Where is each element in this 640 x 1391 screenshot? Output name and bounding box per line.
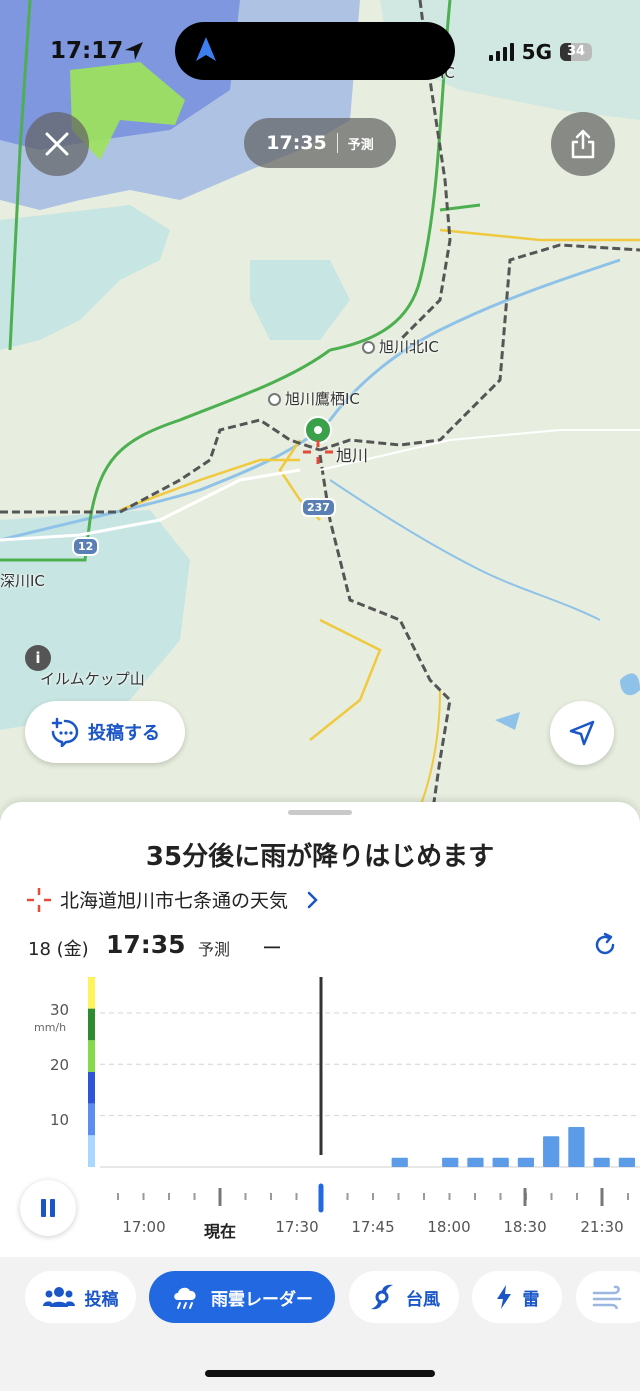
lightning-icon (496, 1285, 511, 1309)
tab-typhoon[interactable]: 台風 (349, 1271, 459, 1323)
crosshair-icon (27, 887, 51, 912)
navigation-arrow-icon (196, 37, 216, 61)
ytick-10: 10 (50, 1111, 70, 1129)
chevron-right-icon (307, 891, 318, 908)
rain-bar (618, 1157, 635, 1167)
timeline-label-1700: 17:00 (122, 1218, 166, 1236)
radar-map[interactable]: 旭川北IC 旭川鷹栖IC 旭川 深川IC イルムケップ山 IC 237 12 i… (0, 0, 640, 830)
rain-bar (593, 1157, 610, 1167)
timeline-label-now: 現在 (203, 1222, 237, 1241)
tab-lightning[interactable]: 雷 (472, 1271, 562, 1323)
intensity-scale-segment (88, 1008, 95, 1041)
close-button[interactable] (25, 112, 89, 176)
intensity-scale-segment (88, 1135, 95, 1167)
rain-bar (568, 1126, 585, 1167)
timeline-ticks (117, 1183, 629, 1213)
timeline-slider[interactable]: 17:00 現在 17:30 17:45 18:00 18:30 21:30 (100, 1180, 640, 1250)
refresh-icon[interactable] (592, 932, 618, 958)
typhoon-icon (371, 1284, 393, 1310)
rain-chart-svg (88, 977, 640, 1168)
rain-cloud-icon (174, 1287, 196, 1309)
tab-rain-radar-label: 雨雲レーダー (211, 1289, 313, 1310)
info-icon[interactable]: i (25, 645, 51, 671)
ytick-30: 30 (50, 1001, 70, 1019)
dynamic-island (175, 22, 455, 80)
forecast-time: 17:35 (106, 930, 186, 959)
location-row[interactable]: 北海道旭川市七条通の天気 (26, 886, 318, 913)
ytick-20: 20 (50, 1056, 70, 1074)
tab-typhoon-label: 台風 (406, 1289, 440, 1310)
rain-bar (543, 1136, 560, 1167)
timeline-label-1745: 17:45 (351, 1218, 395, 1236)
tab-post-label: 投稿 (84, 1289, 119, 1310)
location-name: 北海道旭川市七条通の天気 (60, 890, 289, 912)
timeline-label-1800: 18:00 (427, 1218, 471, 1236)
intensity-scale-segment (88, 1040, 95, 1072)
location-arrow-icon (569, 720, 595, 746)
home-indicator (205, 1370, 435, 1377)
tab-post[interactable]: 投稿 (25, 1271, 136, 1323)
tab-rain-radar[interactable]: 雨雲レーダー (149, 1271, 335, 1323)
rain-bar (467, 1157, 484, 1167)
location-services-icon (125, 42, 143, 60)
people-icon (42, 1287, 75, 1307)
radar-time-pill[interactable]: 17:35 予測 (244, 118, 396, 168)
intensity-scale-segment (88, 1103, 95, 1136)
radar-time: 17:35 (266, 132, 327, 154)
timeline-label-1730: 17:30 (275, 1218, 319, 1236)
status-right: 5G 34 (488, 40, 592, 64)
timeline-label-1830: 18:30 (503, 1218, 547, 1236)
current-location-button[interactable] (550, 701, 614, 765)
pill-divider (336, 133, 338, 153)
map-label-fukagawa-ic: 深川IC (0, 572, 45, 590)
timeline-label-2130: 21:30 (580, 1218, 624, 1236)
pause-button[interactable] (20, 1180, 76, 1236)
pause-icon (41, 1199, 55, 1217)
tab-wind[interactable] (576, 1271, 640, 1323)
map-label-irumukeppu: イルムケップ山 (40, 670, 145, 688)
status-bar: 17:17 5G 34 (0, 0, 640, 100)
share-button[interactable] (551, 112, 615, 176)
intensity-scale-segment (88, 977, 95, 1009)
forecast-sheet: 35分後に雨が降りはじめます 北海道旭川市七条通の天気 18 (金) 17:35… (0, 802, 640, 1257)
wind-icon (592, 1285, 622, 1309)
close-icon (45, 132, 69, 156)
rain-bar (492, 1157, 509, 1167)
battery-icon: 34 (560, 43, 592, 61)
rain-bar (442, 1157, 459, 1167)
rain-chart[interactable]: 30 mm/h 20 10 (0, 957, 640, 1177)
rain-bar (391, 1157, 408, 1167)
radar-forecast-label: 予測 (347, 137, 374, 153)
status-time: 17:17 (50, 38, 124, 64)
map-label-asahikawa-kita-ic: 旭川北IC (362, 336, 439, 357)
bottom-tab-bar: 投稿 雨雲レーダー 台風 雷 (0, 1257, 640, 1391)
post-bubble-icon (51, 717, 79, 747)
tab-lightning-label: 雷 (522, 1289, 540, 1310)
map-label-asahikawa-takasu-ic: 旭川鷹栖IC (268, 388, 360, 409)
rain-forecast-headline: 35分後に雨が降りはじめます (145, 842, 495, 872)
intensity-scale-segment (88, 1072, 95, 1104)
signal-icon (488, 43, 514, 61)
post-report-button[interactable]: 投稿する (25, 701, 185, 763)
route-237-shield: 237 (301, 498, 336, 517)
sheet-grabber[interactable] (288, 810, 352, 815)
share-icon (571, 129, 595, 159)
y-unit-label: mm/h (34, 1021, 67, 1034)
post-report-label: 投稿する (88, 723, 160, 744)
route-12-shield: 12 (72, 537, 100, 556)
network-type: 5G (521, 40, 552, 64)
rain-bar (517, 1157, 535, 1167)
location-pin-icon (303, 416, 333, 464)
